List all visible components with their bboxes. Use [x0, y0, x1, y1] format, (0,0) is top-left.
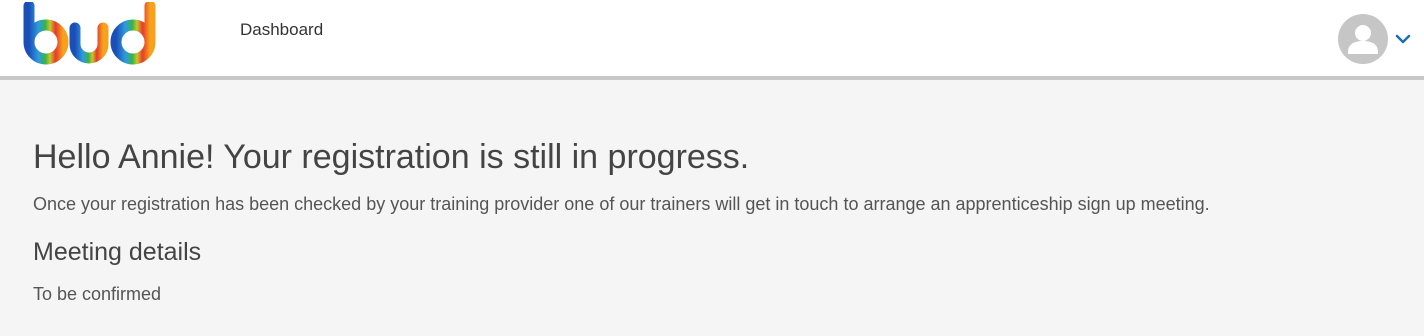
chevron-down-icon[interactable]	[1394, 32, 1412, 46]
user-icon[interactable]	[1338, 14, 1388, 64]
meeting-details-heading: Meeting details	[33, 238, 202, 266]
page-title: Hello Annie! Your registration is still …	[33, 138, 750, 176]
bud-logo[interactable]	[20, 0, 160, 68]
nav-dashboard-link[interactable]: Dashboard	[240, 20, 323, 40]
meeting-details-value: To be confirmed	[33, 284, 162, 304]
top-header: Dashboard	[0, 0, 1424, 80]
user-menu[interactable]	[1338, 14, 1414, 66]
registration-intro: Once your registration has been checked …	[33, 194, 1210, 214]
